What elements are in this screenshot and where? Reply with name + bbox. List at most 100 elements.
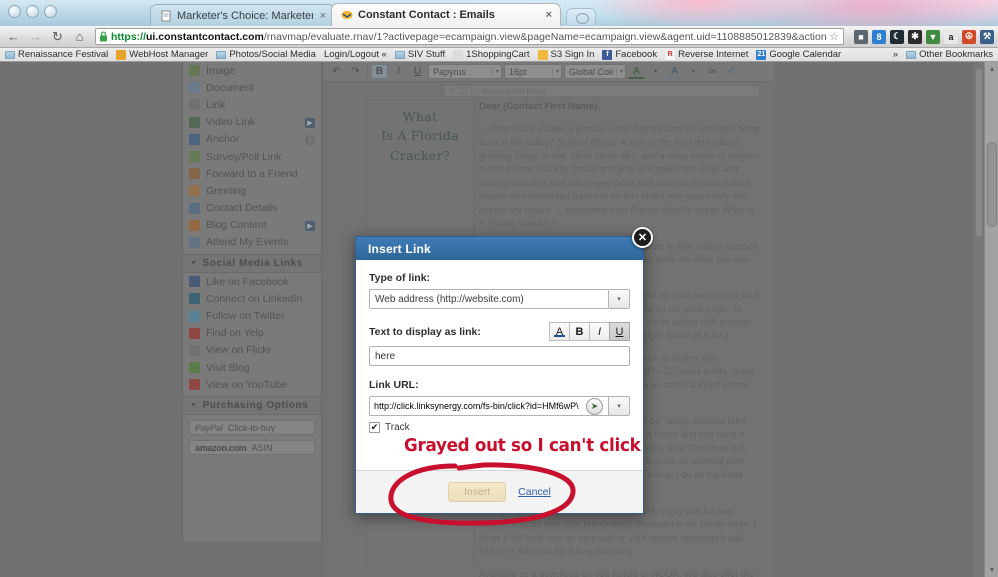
track-checkbox-row[interactable]: ✔ Track [369,422,630,433]
chevron-down-icon[interactable]: ▾ [609,289,630,309]
social-media-links-header[interactable]: ▼ Social Media Links [183,254,321,274]
text-color-button[interactable]: A [628,64,645,79]
close-window-button[interactable] [8,5,21,18]
clear-formatting-button[interactable]: ✐ [723,64,740,79]
chevron-down-icon[interactable]: ▾ [647,64,664,79]
italic-button[interactable]: I [390,64,407,79]
forward-button[interactable]: → [26,28,45,46]
undo-button[interactable]: ↶ [328,64,345,79]
bookmark-webhost-manager[interactable]: WebHost Manager [116,49,208,60]
sidebar-item-attend-my-events[interactable]: Attend My Events [183,234,321,251]
scroll-up-arrow[interactable]: ▲ [985,62,998,76]
reload-button[interactable]: ↻ [48,28,67,46]
bookmark-s3-sign-in[interactable]: S3 Sign In [537,49,594,60]
open-url-icon[interactable]: ➤ [586,397,603,415]
sidebar-social-connect-on-linkedin[interactable]: Connect on LinkedIn [183,290,321,307]
sidebar-item-badge[interactable]: ▶ [305,220,315,231]
bookmark-siv-stuff[interactable]: SIV Stuff [394,49,445,60]
bookmark-star-icon[interactable]: ☆ [829,30,840,43]
address-bar[interactable]: https://ui.constantcontact.com/rnavmap/e… [95,28,844,45]
type-of-link-select[interactable]: Web address (http://website.com) [369,289,609,309]
sidebar-item-contact-details[interactable]: Contact Details [183,200,321,217]
sidebar-social-view-on-flickr[interactable]: View on Flickr [183,342,321,359]
font-color-button[interactable]: A [549,322,570,341]
bold-button[interactable]: B [569,322,590,341]
purchase-option-paypal[interactable]: PayPal Click-to-buy [189,420,315,436]
page-scrollbar-thumb[interactable] [987,142,997,227]
chevron-down-icon[interactable]: ▾ [685,64,702,79]
purchasing-options-header[interactable]: ▼ Purchasing Options [183,396,321,416]
back-button[interactable]: ← [4,28,23,46]
maximize-window-button[interactable] [44,5,57,18]
link-url-input-wrap[interactable]: http://click.linksynergy.com/fs-bin/clic… [369,396,609,416]
inner-scrollbar-thumb[interactable] [975,68,983,238]
purchase-option-amazon-com[interactable]: amazon.com ASIN [189,440,315,456]
sidebar-item-document[interactable]: Document [183,79,321,96]
underline-button[interactable]: U [609,322,630,341]
underline-button[interactable]: U [409,64,426,79]
pin-extension-icon[interactable]: ▼ [926,29,940,44]
introduction-block-header[interactable]: ✎ ❐ ▢ Introduction Block [444,85,760,97]
sidebar-item-image[interactable]: Image [183,62,321,79]
page-scrollbar[interactable]: ▲ ▼ [984,62,998,577]
sidebar-item-video-link[interactable]: Video Link ▶ [183,114,321,131]
sidebar-item-greeting[interactable]: Greeting [183,182,321,199]
color-palette-select[interactable]: Global Colors ▾ [564,64,626,79]
sidebar-item-link[interactable]: Link [183,96,321,113]
sidebar-social-find-on-yelp[interactable]: Find on Yelp [183,325,321,342]
sidebar-social-follow-on-twitter[interactable]: Follow on Twitter [183,307,321,324]
bookmark-login-logout[interactable]: Login/Logout « [324,49,387,60]
sidebar-social-view-on-youtube[interactable]: View on YouTube [183,376,321,393]
link-url-input[interactable]: http://click.linksynergy.com/fs-bin/clic… [374,401,586,411]
bookmarks-overflow-button[interactable]: » [893,49,898,60]
sidebar-item-badge[interactable]: ▶ [305,117,315,128]
overflow-chevron-icon: » [892,49,899,60]
browser-tab-2[interactable]: Constant Contact : Emails × [331,3,561,26]
font-family-select[interactable]: Papyrus ▾ [428,64,502,79]
highlight-color-button[interactable]: A [666,64,683,79]
other-bookmarks-folder[interactable]: Other Bookmarks [906,49,993,60]
sidebar-social-like-on-facebook[interactable]: Like on Facebook [183,273,321,290]
browser-tab-1[interactable]: Marketer's Choice: Marketer × [150,4,335,26]
copy-icon[interactable]: ❐ [460,87,467,96]
close-icon[interactable]: × [318,10,326,22]
sidebar-item-anchor[interactable]: Anchor i [183,131,321,148]
sidebar-item-survey-poll-link[interactable]: Survey/Poll Link [183,148,321,165]
inner-scrollbar[interactable] [972,62,984,577]
font-size-select[interactable]: 16pt ▾ [504,64,562,79]
peace-extension-icon[interactable]: ☮ [962,29,976,44]
bookmark-photos-social-media[interactable]: Photos/Social Media [216,49,316,60]
trash-icon[interactable]: ▢ [471,87,479,96]
new-tab-button[interactable] [566,8,596,25]
close-icon[interactable]: × [544,9,552,21]
sidebar-item-blog-content[interactable]: Blog Content ▶ [183,217,321,234]
camera-extension-icon[interactable]: ■ [854,29,868,44]
close-icon[interactable]: ✕ [632,227,653,248]
bookmark-1shoppingcart[interactable]: 1ShoppingCart [453,49,530,60]
sidebar-item-forward-to-a-friend[interactable]: Forward to a Friend [183,165,321,182]
link-text-input[interactable]: here [369,346,630,366]
home-button[interactable]: ⌂ [70,28,89,46]
chevron-down-icon[interactable]: ▾ [609,396,630,416]
scroll-down-arrow[interactable]: ▼ [985,563,998,577]
asterisk-extension-icon[interactable]: ✱ [908,29,922,44]
google-extension-icon[interactable]: 8 [872,29,886,44]
track-checkbox[interactable]: ✔ [369,422,380,433]
browser-chrome: Marketer's Choice: Marketer × Constant C… [0,0,998,62]
moon-extension-icon[interactable]: ☾ [890,29,904,44]
wrench-extension-icon[interactable]: ⚒ [980,29,994,44]
minimize-window-button[interactable] [26,5,39,18]
pencil-icon[interactable]: ✎ [449,87,456,96]
italic-button[interactable]: I [589,322,610,341]
sidebar-social-visit-blog[interactable]: Visit Blog [183,359,321,376]
bookmark-facebook[interactable]: f Facebook [602,49,657,60]
bookmark-reverse-internet[interactable]: R Reverse Internet [665,49,748,60]
bookmark-google-calendar[interactable]: 21 Google Calendar [756,49,841,60]
blog-icon [189,219,200,231]
redo-button[interactable]: ↷ [347,64,364,79]
insert-link-button[interactable]: ∞ [704,64,721,79]
bookmark-renaissance-festival[interactable]: Renaissance Festival [5,49,108,60]
bold-button[interactable]: B [371,64,388,79]
sidebar-item-badge[interactable]: i [305,134,315,145]
amazon-extension-icon[interactable]: a [944,29,958,44]
